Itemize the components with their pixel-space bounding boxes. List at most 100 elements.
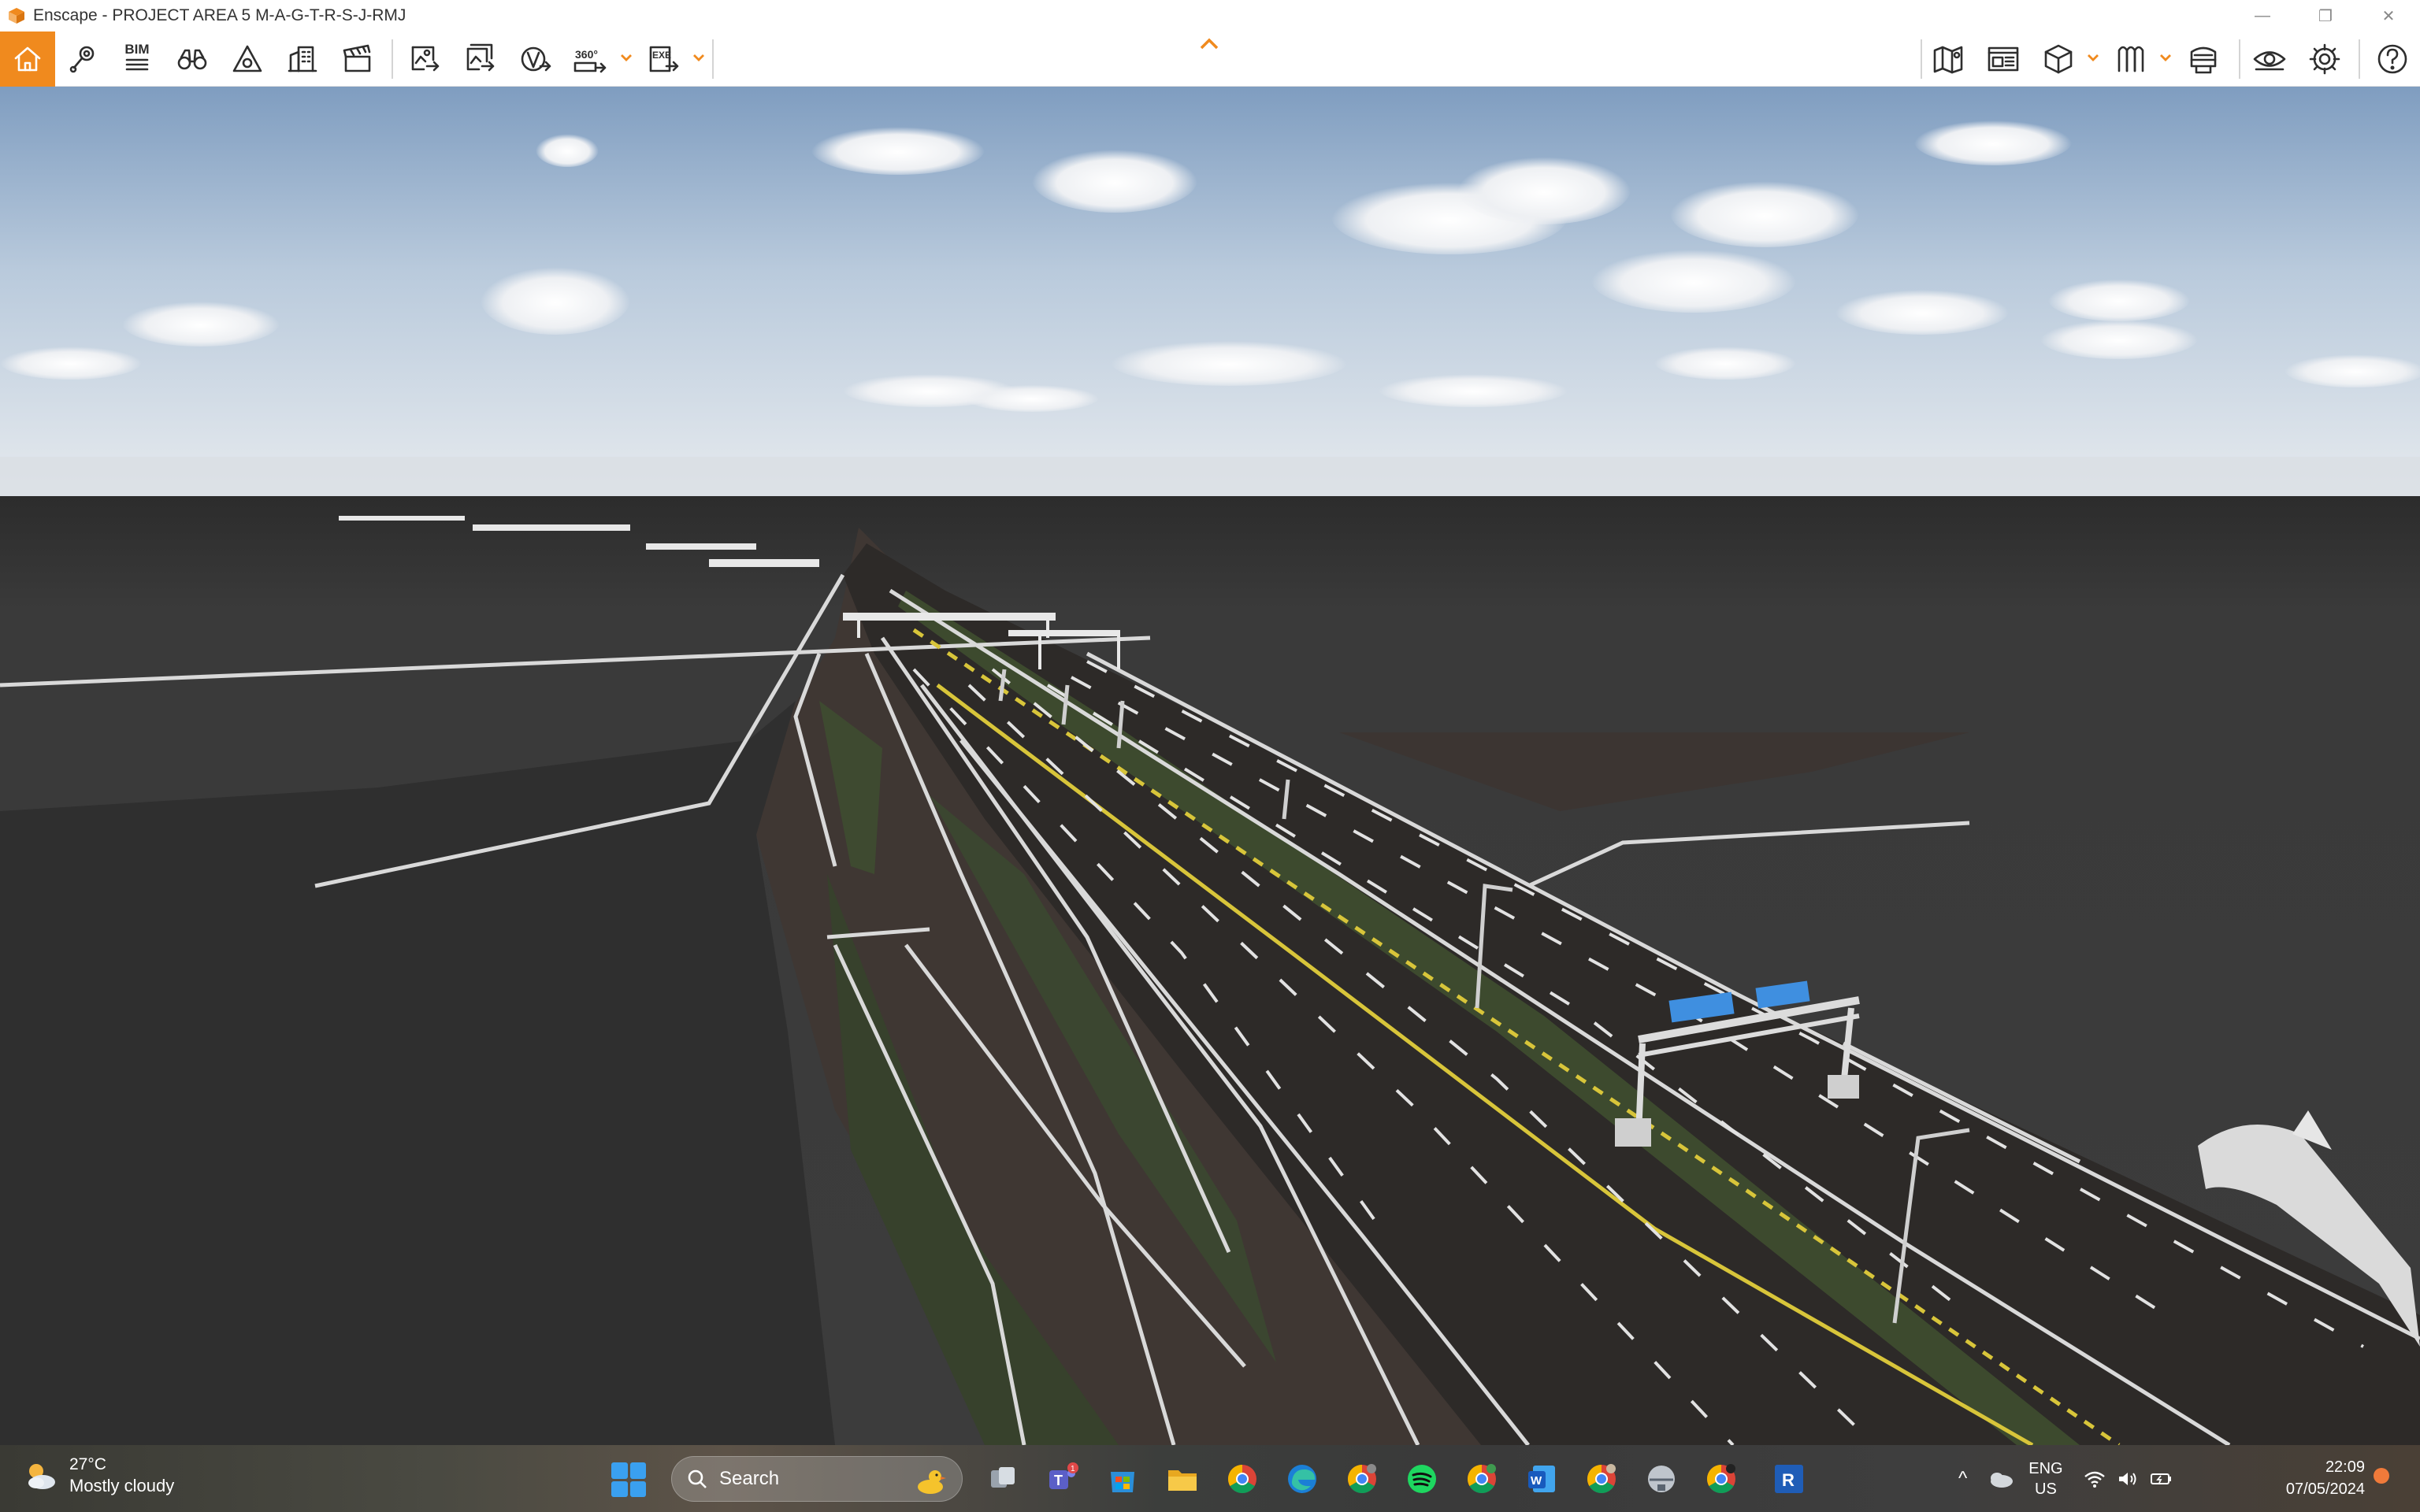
restore-button[interactable]: ❐	[2294, 0, 2357, 32]
clock-time: 22:09	[2325, 1458, 2365, 1476]
microsoft-store-button[interactable]	[1103, 1459, 1142, 1499]
window-title: Enscape - PROJECT AREA 5 M-A-G-T-R-S-J-R…	[33, 6, 406, 24]
minimap-icon	[1988, 46, 2019, 72]
windows-taskbar: 27°C Mostly cloudy Search T1 W R ^ ENG U…	[0, 1445, 2420, 1512]
windows-logo-tile	[629, 1480, 646, 1497]
clapperboard-icon	[343, 44, 371, 72]
panorama-button[interactable]: 360°	[564, 33, 616, 85]
word-icon: W	[1528, 1466, 1555, 1492]
batch-export-icon	[466, 43, 495, 72]
chrome-profile-2-button[interactable]	[1342, 1459, 1382, 1499]
chrome-icon	[1347, 1464, 1376, 1494]
toolbar-separator	[392, 39, 393, 79]
exe-standalone-button[interactable]: EXE	[638, 33, 690, 85]
render-viewport[interactable]	[0, 87, 2420, 1445]
video-editor-button[interactable]	[332, 33, 384, 85]
enscape-logo-icon	[9, 8, 24, 24]
revit-button[interactable]: R	[1769, 1459, 1809, 1499]
chrome-profile-4-button[interactable]	[1582, 1459, 1621, 1499]
search-placeholder: Search	[719, 1468, 780, 1489]
binoculars-icon	[177, 49, 207, 70]
eye-icon	[2253, 51, 2286, 71]
cube-dropdown-caret[interactable]	[2086, 50, 2100, 65]
svg-text:T: T	[1054, 1473, 1063, 1488]
system-clock[interactable]: 22:09 07/05/2024	[2286, 1456, 2365, 1500]
task-view-button[interactable]	[983, 1459, 1023, 1499]
weather-widget[interactable]: 27°C Mostly cloudy	[22, 1455, 174, 1497]
wifi-icon[interactable]	[2084, 1469, 2106, 1488]
chevron-down-icon	[2160, 54, 2171, 61]
volume-icon[interactable]	[2117, 1469, 2139, 1488]
language-code: ENG	[2028, 1459, 2063, 1477]
teams-icon: T1	[1049, 1462, 1078, 1489]
collapse-toolbar-button[interactable]	[1197, 32, 1221, 55]
chrome-icon	[1227, 1465, 1256, 1494]
upload-button[interactable]	[2177, 33, 2229, 85]
sketch-button[interactable]	[221, 33, 273, 85]
svg-text:W: W	[1531, 1474, 1542, 1488]
title-bar: Enscape - PROJECT AREA 5 M-A-G-T-R-S-J-R…	[0, 0, 2420, 32]
word-button[interactable]: W	[1522, 1459, 1561, 1499]
batch-render-button[interactable]	[454, 33, 506, 85]
navigation-button[interactable]	[166, 33, 218, 85]
start-button[interactable]	[611, 1462, 646, 1497]
chrome-profile-5-button[interactable]	[1702, 1459, 1741, 1499]
rubber-duck-icon	[918, 1470, 946, 1494]
material-dropdown-caret[interactable]	[2158, 50, 2173, 65]
exe-export-icon: EXE	[649, 46, 679, 72]
edge-icon	[1288, 1465, 1316, 1493]
tray-overflow-chevron[interactable]: ^	[1958, 1468, 1967, 1489]
material-icon	[2118, 46, 2144, 72]
close-button[interactable]: ✕	[2357, 0, 2420, 32]
help-button[interactable]	[2366, 33, 2418, 85]
bim-label: BIM	[124, 42, 150, 57]
windows-logo-tile	[629, 1462, 646, 1479]
keyboard-layout: US	[2035, 1480, 2057, 1498]
task-view-icon	[991, 1467, 1015, 1488]
toolbar-separator	[2359, 39, 2360, 79]
taskbar-search-box[interactable]: Search	[671, 1456, 963, 1502]
minimize-button[interactable]: —	[2231, 0, 2294, 32]
export-image-icon	[411, 46, 440, 72]
web-export-icon	[521, 46, 551, 72]
view-cube-button[interactable]	[2032, 33, 2084, 85]
exe-dropdown-caret[interactable]	[692, 50, 706, 65]
web-standalone-button[interactable]	[509, 33, 561, 85]
svg-text:R: R	[1782, 1470, 1795, 1490]
bim-button[interactable]: BIM	[111, 33, 163, 85]
chrome-profile-3-button[interactable]	[1462, 1459, 1501, 1499]
chevron-down-icon	[621, 54, 632, 61]
folder-icon	[1168, 1470, 1197, 1491]
network-drive-button[interactable]	[1642, 1459, 1681, 1499]
revit-icon: R	[1775, 1465, 1803, 1493]
edge-button[interactable]	[1282, 1459, 1322, 1499]
system-tray: ^ ENG US	[1958, 1445, 2173, 1512]
asset-library-button[interactable]	[277, 33, 328, 85]
language-indicator[interactable]: ENG US	[2028, 1458, 2062, 1499]
visual-settings-button[interactable]	[2244, 33, 2296, 85]
material-editor-button[interactable]	[2105, 33, 2157, 85]
cloudy-weather-icon	[28, 1464, 55, 1489]
render-image-button[interactable]	[399, 33, 451, 85]
drive-icon	[1648, 1466, 1675, 1492]
cube-icon	[2044, 44, 2073, 74]
battery-icon[interactable]	[2150, 1469, 2173, 1488]
upload-icon	[2190, 46, 2217, 74]
chrome-button[interactable]	[1223, 1459, 1262, 1499]
panorama-360-icon: 360°	[573, 48, 607, 73]
home-button[interactable]	[0, 32, 55, 87]
spotify-button[interactable]	[1402, 1459, 1442, 1499]
onedrive-icon[interactable]	[1988, 1467, 2014, 1491]
teams-button[interactable]: T1	[1043, 1459, 1082, 1499]
triangle-icon	[232, 45, 262, 72]
panorama-dropdown-caret[interactable]	[619, 50, 633, 65]
views-button[interactable]	[57, 33, 109, 85]
site-context-button[interactable]	[1922, 33, 1974, 85]
store-icon	[1111, 1472, 1134, 1492]
general-settings-button[interactable]	[2299, 33, 2351, 85]
svg-text:1: 1	[1071, 1465, 1075, 1473]
notification-icon[interactable]	[2371, 1466, 2392, 1486]
file-explorer-button[interactable]	[1163, 1459, 1202, 1499]
spotify-icon	[1408, 1465, 1436, 1493]
minimap-button[interactable]	[1977, 33, 2029, 85]
